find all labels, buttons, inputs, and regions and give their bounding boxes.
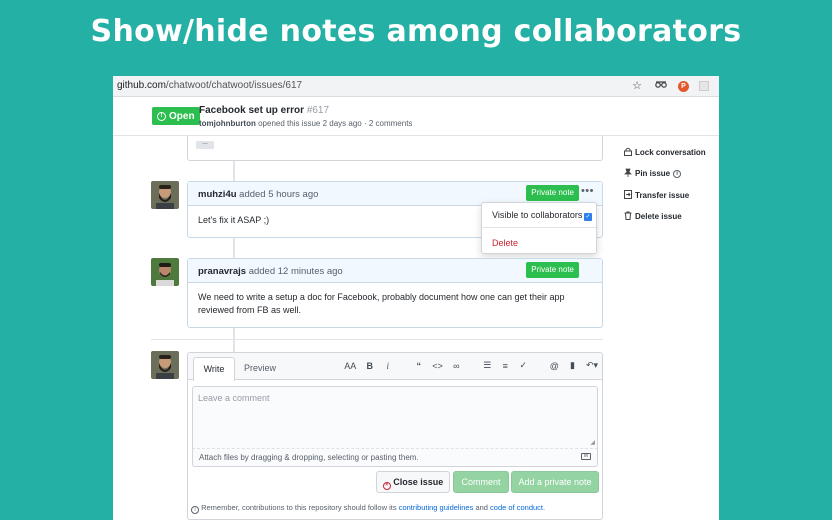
footnote-text: Remember, contributions to this reposito… <box>201 503 397 512</box>
incognito-glasses-icon[interactable] <box>654 79 668 93</box>
close-issue-icon: × <box>382 482 391 490</box>
issue-sticky-header: ! Open Facebook set up error #617 tomjoh… <box>113 98 719 136</box>
close-issue-button[interactable]: × Close issue <box>376 471 450 493</box>
heading-icon[interactable]: AA <box>344 361 356 371</box>
comment-placeholder: Leave a comment <box>198 393 270 403</box>
issue-title-text: Facebook set up error <box>199 105 305 116</box>
comment-time: added 12 minutes ago <box>248 266 343 277</box>
transfer-icon <box>623 190 632 201</box>
status-label: Open <box>169 110 195 122</box>
bold-icon[interactable]: B <box>365 361 374 371</box>
italic-icon[interactable]: i <box>383 361 392 371</box>
comment-body: We need to write a setup a doc for Faceb… <box>198 292 565 315</box>
attach-hint: Attach files by dragging & dropping, sel… <box>199 453 419 462</box>
comment-button[interactable]: Comment <box>453 471 509 493</box>
comment-editor: Write Preview AA B i “ <> ∞ ☰ ≡ ✓ @ ▮ ↶▾ <box>187 352 603 520</box>
address-bar[interactable]: github.com/chatwoot/chatwoot/issues/617 … <box>113 76 719 97</box>
headline: Show/hide notes among collaborators <box>90 14 742 49</box>
bookmark-star-icon[interactable]: ☆ <box>630 79 644 93</box>
editor-header: Write Preview AA B i “ <> ∞ ☰ ≡ ✓ @ ▮ ↶▾ <box>188 353 602 381</box>
comment-time: added 5 hours ago <box>239 189 319 200</box>
sidebar-transfer-issue[interactable]: Transfer issue <box>623 190 689 201</box>
mention-icon[interactable]: @ <box>550 361 559 371</box>
current-user-avatar[interactable] <box>151 351 179 379</box>
private-note-badge[interactable]: Private note <box>526 262 579 278</box>
comment-author[interactable]: pranavrajs <box>198 266 246 277</box>
url-path: /chatwoot/chatwoot/issues/617 <box>165 80 303 91</box>
tab-write[interactable]: Write <box>193 357 235 381</box>
timeline-line <box>233 136 235 366</box>
close-issue-label: Close issue <box>393 477 444 487</box>
lock-icon <box>623 147 632 158</box>
issue-meta-text: opened this issue 2 days ago · 2 comment… <box>258 119 413 128</box>
url-host: github.com <box>117 80 166 91</box>
markdown-icon[interactable]: M <box>581 453 591 460</box>
comment-pranavrajs: pranavrajs added 12 minutes ago Private … <box>187 258 603 328</box>
info-icon[interactable]: i <box>673 169 682 178</box>
contributing-guidelines-link[interactable]: contributing guidelines <box>399 503 474 512</box>
issue-meta: tomjohnburton opened this issue 2 days a… <box>199 119 412 128</box>
avatar-muhzi4u[interactable] <box>151 181 179 209</box>
comment-header: pranavrajs added 12 minutes ago Private … <box>188 259 602 283</box>
markdown-toolbar: AA B i “ <> ∞ ☰ ≡ ✓ @ ▮ ↶▾ <box>344 360 598 371</box>
more-options-icon[interactable]: ••• <box>581 185 594 197</box>
avatar-pranavrajs[interactable] <box>151 258 179 286</box>
sidebar-pin-issue[interactable]: Pin issue i <box>623 168 682 179</box>
task-list-icon[interactable]: ✓ <box>519 360 528 371</box>
url-text[interactable]: github.com/chatwoot/chatwoot/issues/617 <box>117 80 302 91</box>
browser-window: github.com/chatwoot/chatwoot/issues/617 … <box>113 76 719 520</box>
numbered-list-icon[interactable]: ≡ <box>501 361 510 371</box>
attach-files-bar[interactable]: Attach files by dragging & dropping, sel… <box>192 448 598 467</box>
bulleted-list-icon[interactable]: ☰ <box>483 360 492 371</box>
private-note-badge[interactable]: Private note <box>526 185 579 201</box>
status-badge: ! Open <box>152 107 200 125</box>
comment-author[interactable]: muhzi4u <box>198 189 237 200</box>
comment-textarea[interactable]: Leave a comment ◢ <box>192 386 598 448</box>
delete-option[interactable]: Delete <box>492 238 518 248</box>
bookmark-icon[interactable]: ▮ <box>568 360 577 371</box>
extension-icon[interactable] <box>699 81 709 91</box>
profile-avatar-icon[interactable]: P <box>678 80 689 92</box>
issue-author[interactable]: tomjohnburton <box>199 119 256 128</box>
sidebar-item-label: Pin issue <box>635 169 671 178</box>
issue-opened-icon: ! <box>157 111 166 121</box>
previous-comment-tail: ... <box>187 136 603 161</box>
contribution-footnote: i Remember, contributions to this reposi… <box>191 503 545 514</box>
visible-checkbox[interactable]: ✓ <box>584 213 592 221</box>
sidebar-delete-issue[interactable]: Delete issue <box>623 211 682 222</box>
issue-title: Facebook set up error #617 <box>199 105 329 116</box>
expand-ellipsis-button[interactable]: ... <box>196 139 214 149</box>
trash-icon <box>623 211 632 222</box>
pin-icon <box>623 168 632 179</box>
issue-number: #617 <box>306 105 330 116</box>
reply-icon[interactable]: ↶▾ <box>586 360 598 371</box>
resize-handle-icon[interactable]: ◢ <box>590 439 595 446</box>
footnote-period: . <box>543 503 546 512</box>
dropdown-divider <box>482 227 596 228</box>
visible-to-collaborators-option[interactable]: Visible to collaborators <box>492 210 582 220</box>
sidebar-item-label: Delete issue <box>635 212 682 221</box>
add-private-note-button[interactable]: Add a private note <box>511 471 599 493</box>
code-icon[interactable]: <> <box>432 361 443 371</box>
timeline-divider <box>151 339 603 340</box>
quote-icon[interactable]: “ <box>414 361 423 371</box>
sidebar-item-label: Lock conversation <box>635 148 706 157</box>
footnote-and: and <box>475 503 488 512</box>
sidebar-item-label: Transfer issue <box>635 191 690 200</box>
tab-preview[interactable]: Preview <box>244 363 276 373</box>
sidebar-lock-conversation[interactable]: Lock conversation <box>623 147 706 158</box>
visibility-dropdown: Visible to collaborators ✓ Delete <box>481 202 597 254</box>
link-icon[interactable]: ∞ <box>452 361 461 371</box>
info-icon: i <box>191 506 199 514</box>
code-of-conduct-link[interactable]: code of conduct <box>490 503 543 512</box>
